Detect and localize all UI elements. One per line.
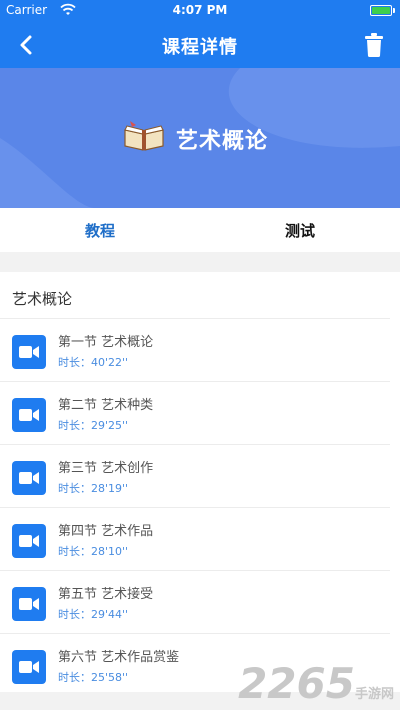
- duration-label: 时长：: [58, 482, 91, 495]
- lesson-duration: 时长：29'44'': [58, 606, 128, 622]
- lesson-name: 第六节 艺术作品赏鉴: [58, 650, 180, 665]
- list-item[interactable]: 第三节 艺术创作 时长：28'19'': [0, 444, 390, 506]
- status-bar: Carrier 4:07 PM: [0, 0, 400, 22]
- duration-value: 28'19'': [91, 482, 129, 495]
- section-title: 艺术概论: [12, 290, 73, 308]
- list-item[interactable]: 第四节 艺术作品 时长：28'10'': [0, 507, 390, 569]
- page-title: 课程详情: [162, 37, 238, 58]
- duration-label: 时长：: [58, 545, 91, 558]
- video-icon: [12, 587, 46, 621]
- course-banner: 艺术概论: [0, 68, 400, 208]
- list-item[interactable]: 第五节 艺术接受 时长：29'44'': [0, 570, 390, 632]
- lesson-name: 第四节 艺术作品: [58, 524, 154, 539]
- duration-value: 25'58'': [91, 671, 129, 684]
- lesson-name: 第五节 艺术接受: [58, 587, 154, 602]
- duration-value: 40'22'': [91, 356, 129, 369]
- lesson-duration: 时长：29'25'': [58, 417, 128, 433]
- duration-label: 时长：: [58, 356, 91, 369]
- tab-tutorial[interactable]: 教程: [85, 220, 115, 241]
- lesson-duration: 时长：25'58'': [58, 669, 128, 685]
- watermark-number: 2265: [238, 659, 355, 708]
- trash-icon[interactable]: [362, 32, 386, 58]
- duration-value: 29'44'': [91, 608, 129, 621]
- duration-label: 时长：: [58, 608, 91, 621]
- open-book-icon: [122, 120, 166, 156]
- lesson-name: 第三节 艺术创作: [58, 461, 154, 476]
- lesson-list: 艺术概论 第一节 艺术概论 时长：40'22'' 第二节 艺术种类 时长：29'…: [0, 272, 400, 692]
- duration-label: 时长：: [58, 671, 91, 684]
- battery-icon: [370, 5, 392, 16]
- battery-tip: [393, 8, 395, 13]
- list-item[interactable]: 第二节 艺术种类 时长：29'25'': [0, 381, 390, 443]
- navigation-bar: 课程详情: [0, 22, 400, 68]
- lesson-duration: 时长：28'10'': [58, 543, 128, 559]
- tab-bar: 教程 测试: [0, 208, 400, 252]
- video-icon: [12, 524, 46, 558]
- lesson-duration: 时长：28'19'': [58, 480, 128, 496]
- lesson-name: 第一节 艺术概论: [58, 335, 154, 350]
- lesson-name: 第二节 艺术种类: [58, 398, 154, 413]
- status-time: 4:07 PM: [172, 3, 228, 17]
- video-icon: [12, 335, 46, 369]
- video-icon: [12, 650, 46, 684]
- duration-value: 28'10'': [91, 545, 129, 558]
- video-icon: [12, 461, 46, 495]
- duration-value: 29'25'': [91, 419, 129, 432]
- watermark-text: 手游网: [354, 687, 394, 702]
- duration-label: 时长：: [58, 419, 91, 432]
- list-item[interactable]: 第一节 艺术概论 时长：40'22'': [0, 318, 390, 380]
- tab-test[interactable]: 测试: [285, 220, 315, 241]
- site-watermark: 2265手游网: [238, 659, 394, 708]
- course-title: 艺术概论: [176, 129, 269, 154]
- lesson-duration: 时长：40'22'': [58, 354, 128, 370]
- video-icon: [12, 398, 46, 432]
